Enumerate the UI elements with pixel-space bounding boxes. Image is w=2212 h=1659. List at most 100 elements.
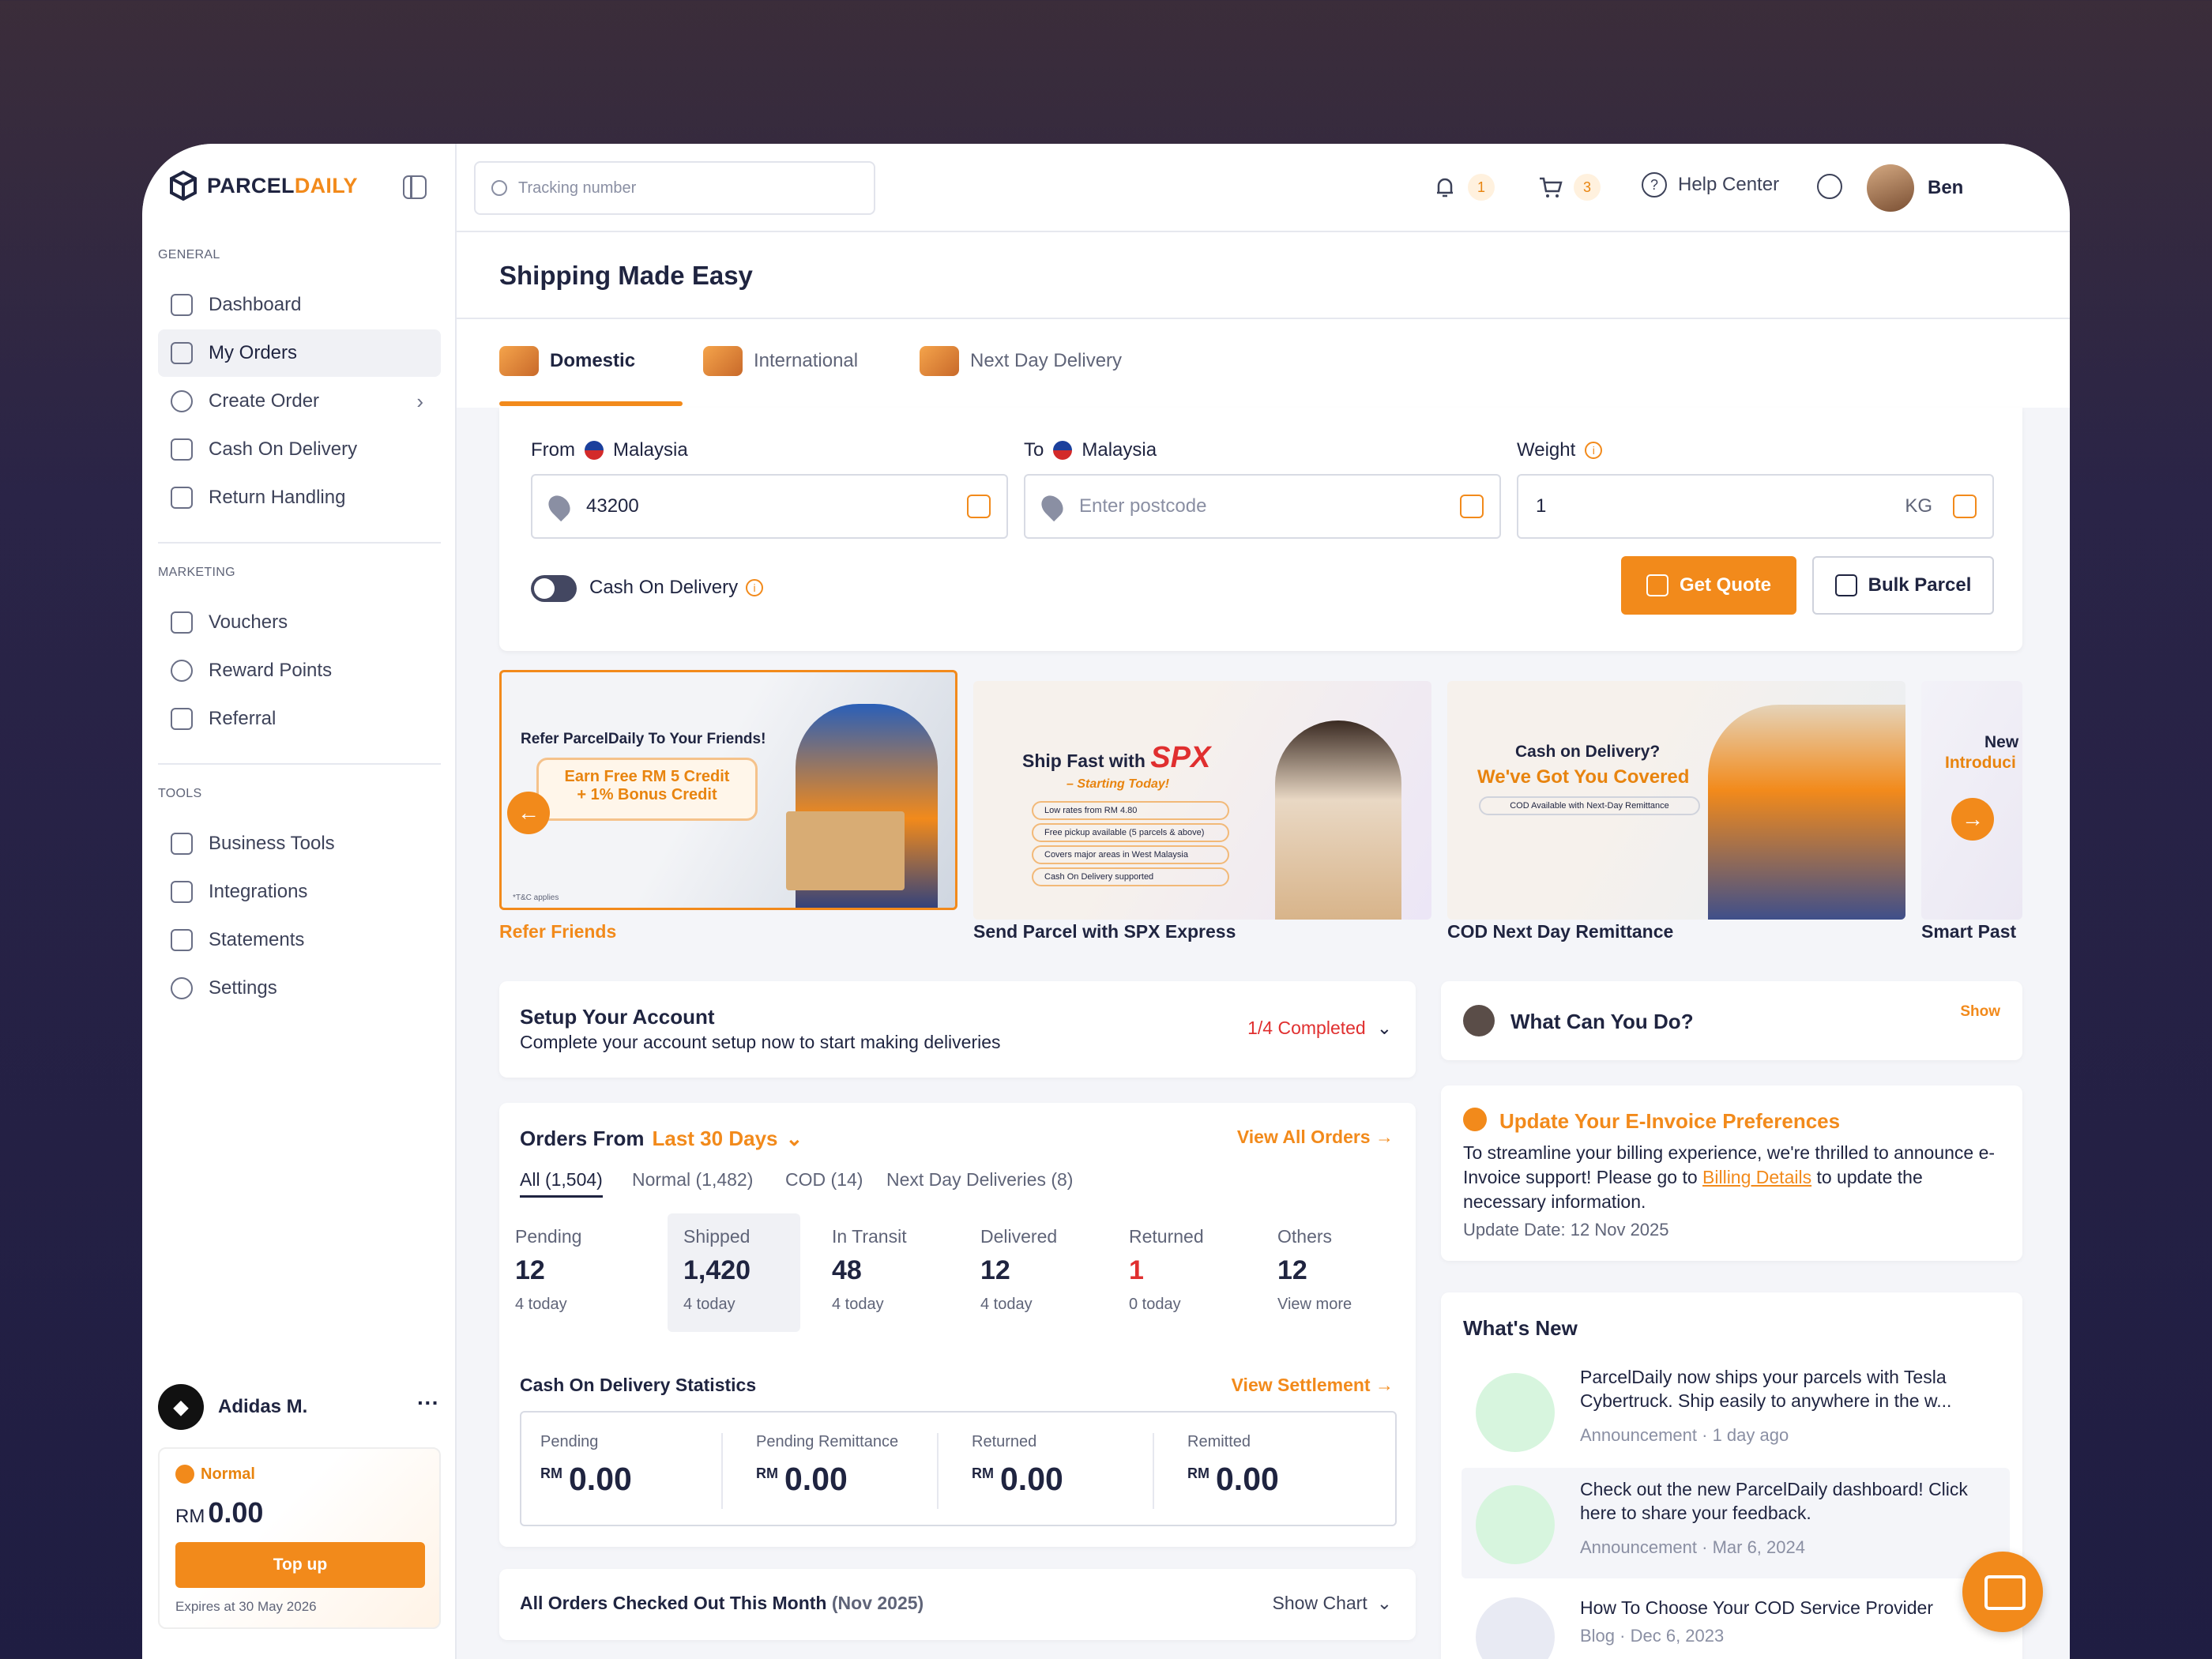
cod-toggle[interactable] [531, 575, 577, 602]
stat-sub: 4 today [683, 1296, 735, 1313]
weight-field[interactable]: 1 KG [1517, 474, 1994, 539]
show-chart-toggle[interactable]: Show Chart ⌄ [1273, 1593, 1392, 1614]
filter-next-day[interactable]: Next Day Deliveries (8) [886, 1169, 1073, 1191]
what-can-you-do-card[interactable]: What Can You Do? Show [1441, 981, 2022, 1060]
sidebar-item-label: Referral [209, 708, 276, 729]
banner-caption[interactable]: COD Next Day Remittance [1447, 921, 1673, 942]
date-range-select[interactable]: Last 30 Days [653, 1127, 778, 1151]
sidebar-item-create-order[interactable]: Create Order › [158, 378, 441, 425]
tracking-search[interactable]: Tracking number [474, 161, 875, 215]
alert-badge-icon [1463, 1108, 1487, 1131]
stat-delivered[interactable]: Delivered 12 4 today [965, 1213, 1097, 1332]
stat-value: 1,420 [683, 1255, 751, 1285]
collapse-sidebar-icon[interactable] [403, 175, 427, 199]
sidebar-item-integrations[interactable]: Integrations [158, 868, 441, 916]
banner-refer-friends[interactable]: Refer ParcelDaily To Your Friends! Earn … [499, 670, 957, 910]
sidebar-item-business-tools[interactable]: Business Tools [158, 820, 441, 867]
sidebar-item-statements[interactable]: Statements [158, 916, 441, 964]
bulk-parcel-button[interactable]: Bulk Parcel [1812, 556, 1994, 615]
stat-in-transit[interactable]: In Transit 48 4 today [816, 1213, 949, 1332]
bell-icon[interactable] [1431, 174, 1458, 201]
weight-value[interactable]: 1 [1536, 495, 1546, 517]
stat-returned[interactable]: Returned 1 0 today [1113, 1213, 1246, 1332]
chevron-down-icon[interactable]: ⌄ [785, 1127, 803, 1151]
help-center-link[interactable]: ? Help Center [1642, 172, 1779, 198]
location-pin-icon [1036, 491, 1068, 522]
cod-stats-title: Cash On Delivery Statistics [520, 1375, 757, 1395]
setup-account-card[interactable]: Setup Your Account Complete your account… [499, 981, 1416, 1078]
sidebar-item-settings[interactable]: Settings [158, 965, 441, 1012]
dashboard-icon [171, 294, 193, 316]
banner-title: Ship Fast with SPX [1022, 741, 1210, 775]
sidebar-item-dashboard[interactable]: Dashboard [158, 281, 441, 329]
tab-international[interactable]: International [703, 346, 858, 376]
banner-caption[interactable]: Refer Friends [499, 921, 616, 942]
stat-shipped[interactable]: Shipped 1,420 4 today [668, 1213, 800, 1332]
cod-pending: Pending RM 0.00 [521, 1433, 723, 1509]
sidebar-item-my-orders[interactable]: My Orders [158, 329, 441, 377]
voucher-icon [171, 611, 193, 634]
banner-spx-express[interactable]: Ship Fast with SPX – Starting Today! Low… [973, 681, 1431, 920]
get-quote-button[interactable]: Get Quote [1621, 556, 1796, 615]
checked-out-card[interactable]: All Orders Checked Out This Month (Nov 2… [499, 1569, 1416, 1640]
bulk-parcel-label: Bulk Parcel [1868, 574, 1972, 596]
top-up-button[interactable]: Top up [175, 1542, 425, 1588]
stat-pending[interactable]: Pending 12 4 today [499, 1213, 632, 1332]
carousel-prev-arrow-icon[interactable]: ← [507, 792, 550, 834]
sidebar-item-reward-points[interactable]: Reward Points [158, 647, 441, 694]
address-book-icon[interactable] [1460, 495, 1484, 518]
banner-cod-remittance[interactable]: Cash on Delivery? We've Got You Covered … [1447, 681, 1905, 920]
sidebar-item-return-handling[interactable]: Return Handling [158, 474, 441, 521]
chat-support-icon[interactable] [1962, 1552, 2043, 1632]
banner-title: Cash on Delivery? [1515, 743, 1661, 761]
account-switcher[interactable]: ◆ Adidas M. [158, 1384, 307, 1430]
banner-subtitle: We've Got You Covered [1477, 766, 1690, 788]
address-book-icon[interactable] [967, 495, 991, 518]
more-options-icon[interactable]: ··· [417, 1390, 439, 1416]
tab-domestic[interactable]: Domestic [499, 346, 635, 376]
filter-cod[interactable]: COD (14) [785, 1169, 863, 1191]
stat-others[interactable]: Others 12 View more [1262, 1213, 1394, 1332]
show-link[interactable]: Show [1960, 1003, 2000, 1021]
cod-returned: Returned RM 0.00 [953, 1433, 1154, 1509]
sidebar-item-vouchers[interactable]: Vouchers [158, 599, 441, 646]
globe-icon[interactable] [1817, 174, 1842, 199]
search-input[interactable]: Tracking number [518, 179, 636, 198]
news-item[interactable]: How To Choose Your COD Service Provider B… [1462, 1580, 2010, 1659]
sidebar-item-cash-on-delivery[interactable]: Cash On Delivery [158, 426, 441, 473]
logo[interactable]: PARCELDAILY [169, 171, 358, 201]
calculator-icon[interactable] [1953, 495, 1977, 518]
sidebar-item-label: Vouchers [209, 611, 288, 633]
from-postcode-value[interactable]: 43200 [586, 495, 639, 517]
news-item[interactable]: ParcelDaily now ships your parcels with … [1462, 1356, 2010, 1466]
profile-name[interactable]: Ben [1928, 177, 1963, 199]
chevron-down-icon: ⌄ [1376, 1018, 1392, 1038]
sidebar-item-referral[interactable]: Referral [158, 695, 441, 743]
view-more-link[interactable]: View more [1277, 1296, 1379, 1314]
tab-next-day-delivery[interactable]: Next Day Delivery [920, 346, 1122, 376]
integrations-icon [171, 881, 193, 903]
banner-caption[interactable]: Smart Past [1921, 921, 2016, 942]
gear-icon [171, 977, 193, 999]
news-item[interactable]: Check out the new ParcelDaily dashboard!… [1462, 1468, 2010, 1578]
view-settlement-link[interactable]: View Settlement → [1232, 1375, 1394, 1396]
from-postcode-field[interactable]: 43200 [531, 474, 1008, 539]
carousel-next-arrow-icon[interactable]: → [1951, 798, 1994, 841]
avatar[interactable] [1867, 164, 1914, 212]
info-icon[interactable]: i [1585, 442, 1603, 459]
to-postcode-field[interactable]: Enter postcode [1024, 474, 1501, 539]
whats-new-card: What's New ParcelDaily now ships your pa… [1441, 1292, 2022, 1659]
banner-title: New [1984, 733, 2019, 751]
banner-caption[interactable]: Send Parcel with SPX Express [973, 921, 1236, 942]
to-postcode-input[interactable]: Enter postcode [1079, 495, 1206, 517]
setup-progress[interactable]: 1/4 Completed ⌄ [1247, 1018, 1392, 1039]
stat-label: Shipped [683, 1226, 750, 1247]
filter-normal[interactable]: Normal (1,482) [632, 1169, 753, 1191]
billing-details-link[interactable]: Billing Details [1702, 1167, 1811, 1187]
offer-line2: + 1% Bonus Credit [577, 786, 717, 803]
filter-all[interactable]: All (1,504) [520, 1169, 603, 1198]
view-all-orders-link[interactable]: View All Orders → [1237, 1127, 1394, 1148]
info-icon[interactable]: i [746, 579, 764, 596]
from-text: From [531, 439, 575, 461]
cart-icon[interactable] [1537, 174, 1564, 201]
